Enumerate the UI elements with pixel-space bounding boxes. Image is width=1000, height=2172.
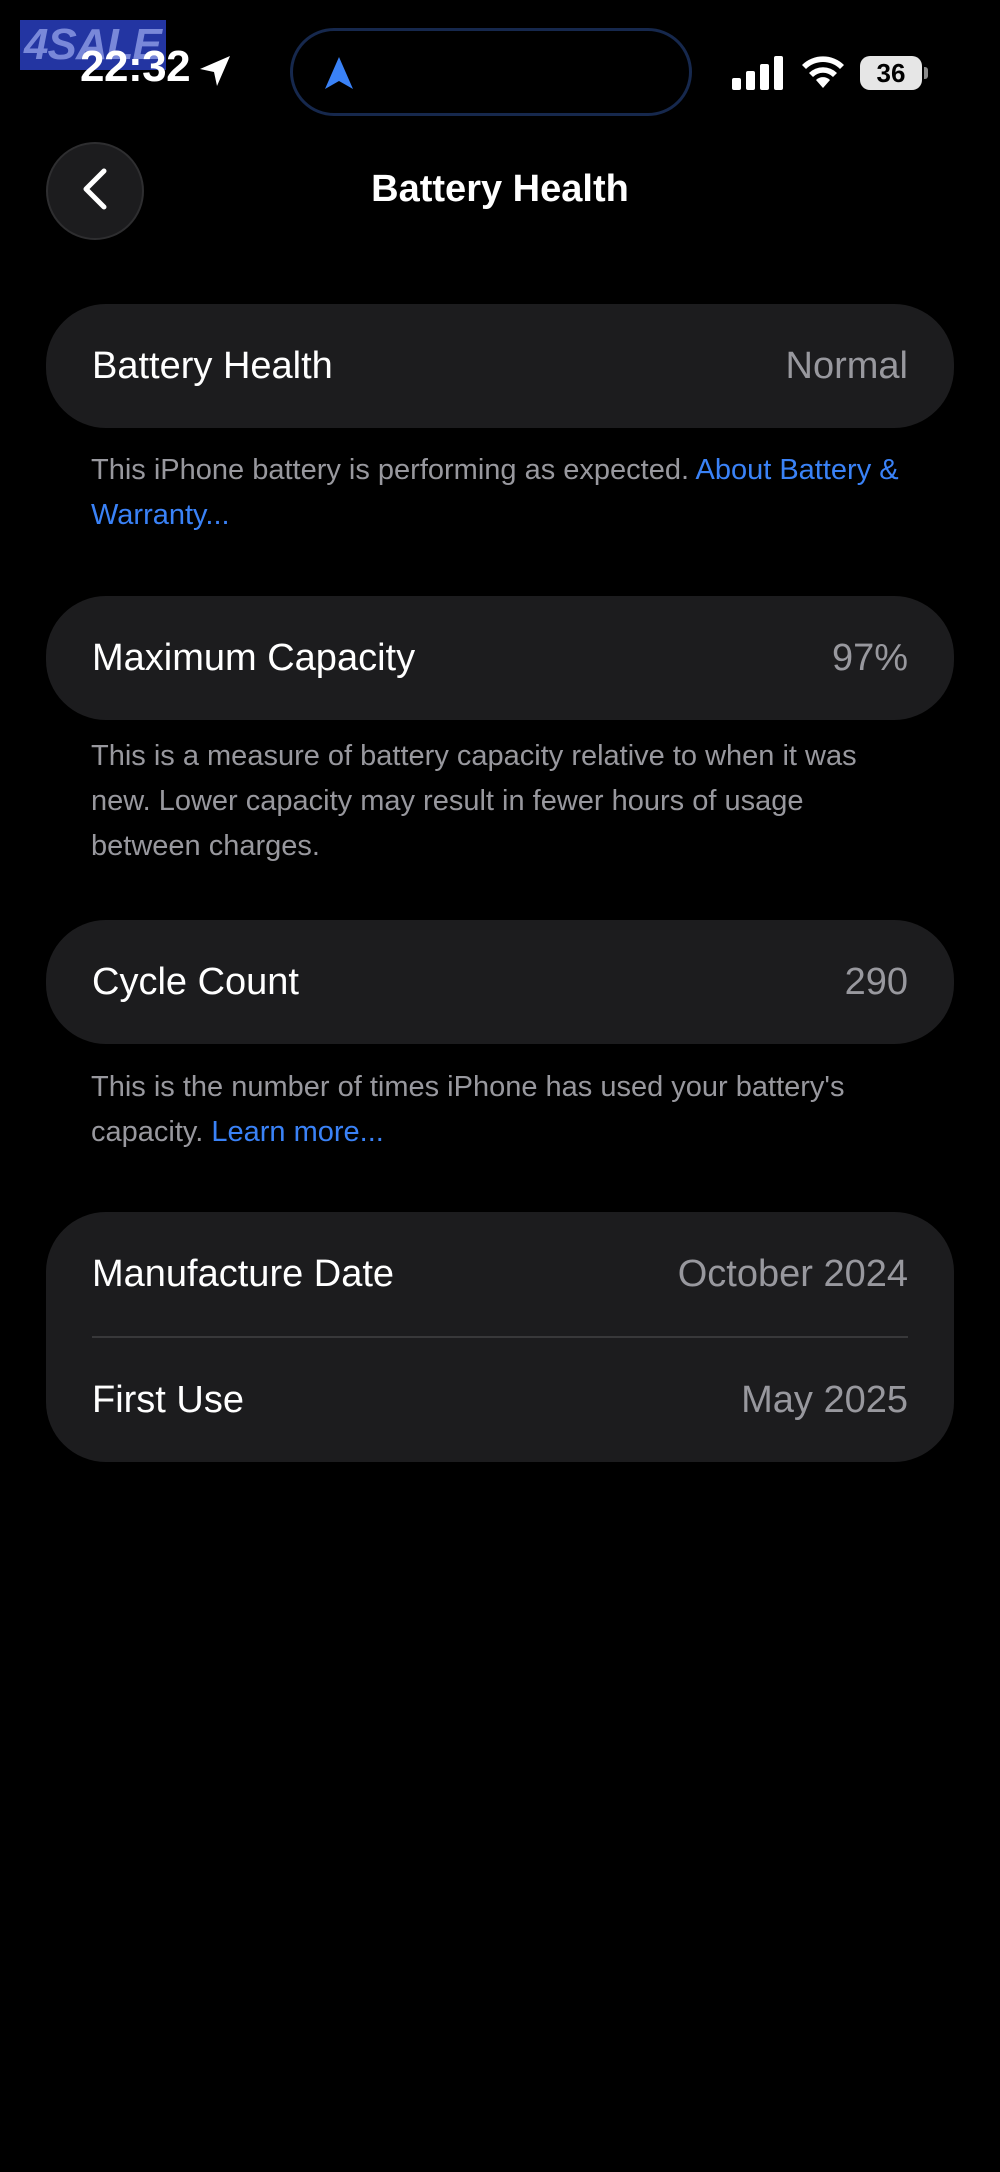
cycle-count-note: This is the number of times iPhone has u… bbox=[91, 1065, 921, 1155]
dynamic-island[interactable] bbox=[290, 28, 692, 116]
page-title: Battery Health bbox=[371, 168, 629, 210]
location-arrow-icon bbox=[198, 54, 232, 93]
cellular-signal-icon bbox=[732, 56, 784, 95]
navigation-arrow-icon bbox=[323, 55, 355, 96]
cycle-count-card: Cycle Count 290 bbox=[46, 920, 954, 1044]
maximum-capacity-value: 97% bbox=[831, 636, 908, 679]
battery-health-row: Battery Health Normal bbox=[46, 304, 954, 428]
battery-health-note-text: This iPhone battery is performing as exp… bbox=[91, 454, 696, 486]
back-button[interactable] bbox=[46, 142, 144, 240]
battery-health-note: This iPhone battery is performing as exp… bbox=[91, 448, 921, 538]
maximum-capacity-row: Maximum Capacity 97% bbox=[46, 596, 954, 720]
first-use-row: First Use May 2025 bbox=[46, 1338, 954, 1462]
maximum-capacity-label: Maximum Capacity bbox=[92, 636, 416, 679]
status-time: 22:32 bbox=[80, 42, 191, 91]
wifi-icon bbox=[800, 52, 846, 95]
learn-more-link[interactable]: Learn more... bbox=[211, 1116, 383, 1148]
battery-level: 36 bbox=[860, 56, 922, 90]
manufacture-date-row: Manufacture Date October 2024 bbox=[46, 1212, 954, 1336]
first-use-value: May 2025 bbox=[741, 1378, 908, 1421]
first-use-label: First Use bbox=[92, 1378, 244, 1421]
manufacture-date-value: October 2024 bbox=[677, 1252, 908, 1295]
battery-health-value: Normal bbox=[785, 344, 908, 387]
battery-icon: 36 bbox=[860, 56, 928, 90]
cycle-count-row: Cycle Count 290 bbox=[46, 920, 954, 1044]
chevron-left-icon bbox=[80, 167, 110, 216]
dates-card: Manufacture Date October 2024 First Use … bbox=[46, 1212, 954, 1462]
battery-health-label: Battery Health bbox=[92, 344, 333, 387]
cycle-count-note-text: This is the number of times iPhone has u… bbox=[91, 1071, 845, 1148]
cycle-count-value: 290 bbox=[844, 960, 908, 1003]
maximum-capacity-card: Maximum Capacity 97% bbox=[46, 596, 954, 720]
manufacture-date-label: Manufacture Date bbox=[92, 1252, 395, 1295]
cycle-count-label: Cycle Count bbox=[92, 960, 299, 1003]
battery-health-card: Battery Health Normal bbox=[46, 304, 954, 428]
maximum-capacity-note: This is a measure of battery capacity re… bbox=[91, 740, 857, 862]
